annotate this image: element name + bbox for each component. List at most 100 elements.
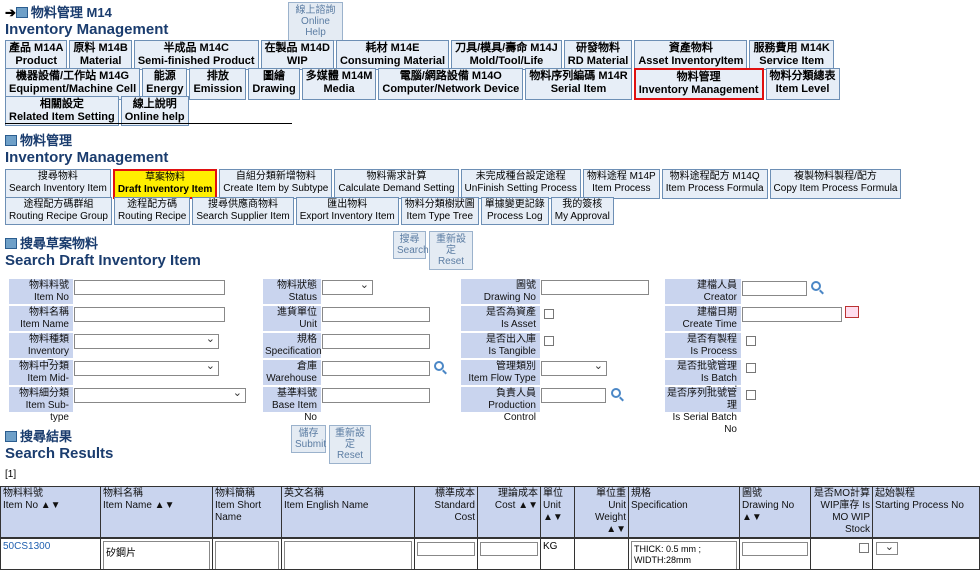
status-select[interactable] (322, 278, 373, 295)
tab-product[interactable]: 產品 M14A Product (5, 40, 68, 70)
tab-calculate-demand[interactable]: 物料需求計算 Calculate Demand Setting (334, 169, 459, 199)
tab-item-type-tree[interactable]: 物料分類樹狀圖 Item Type Tree (400, 197, 479, 225)
tab-item-process-formula[interactable]: 物料途程配方 M14Q Item Process Formula (661, 169, 768, 199)
tab-my-approval[interactable]: 我的簽核 My Approval (550, 197, 614, 225)
cell-short-name (212, 538, 282, 570)
specification-input[interactable] (322, 334, 430, 349)
tab-drawing[interactable]: 圖繪 Drawing (248, 68, 300, 100)
production-control-input[interactable] (541, 388, 606, 403)
warehouse-input[interactable] (322, 361, 430, 376)
tab-process-log[interactable]: 單據變更記錄 Process Log (480, 197, 549, 225)
book-icon (15, 7, 28, 18)
tab-online-help[interactable]: 線上說明 Online help (120, 96, 189, 126)
is-mo-wip-stock-checkbox[interactable] (859, 543, 869, 553)
col-specification: 規格 Specification (628, 486, 740, 538)
item-mid-type-select[interactable] (74, 359, 219, 376)
unit-input[interactable] (322, 307, 430, 322)
tab-item-process[interactable]: 物料途程 M14P Item Process (582, 169, 660, 199)
tab-service-item[interactable]: 服務費用 M14K Service Item (749, 40, 834, 70)
tab-consuming-material[interactable]: 耗材 M14E Consuming Material (335, 40, 450, 70)
item-no-input[interactable] (74, 280, 225, 295)
creator-input[interactable] (742, 281, 807, 296)
tab-semi-finished[interactable]: 半成品 M14C Semi-finished Product (133, 40, 259, 70)
tab-related-item-setting[interactable]: 相關設定 Related Item Setting (5, 96, 119, 126)
label-base-item-no: 基準料號 Base Item No (263, 387, 321, 423)
tab-search-inventory-item[interactable]: 搜尋物料 Search Inventory Item (5, 169, 111, 199)
app-title: ➔ 物料管理 M14 Inventory Management (5, 5, 169, 38)
submit-button[interactable]: 儲存 Submit (291, 425, 326, 453)
tab-material[interactable]: 原料 M14B Material (69, 40, 132, 70)
is-serial-batch-no-checkbox[interactable] (746, 390, 756, 400)
section-title: 物料管理 Inventory Management (5, 133, 169, 166)
tab-item-level[interactable]: 物料分類總表 Item Level (765, 68, 840, 100)
tab-copy-item-process-formula[interactable]: 複製物料製程/配方 Copy Item Process Formula (769, 169, 902, 199)
creator-search-icon[interactable] (811, 281, 821, 291)
inventory-type-select[interactable] (74, 332, 219, 349)
label-item-name: 物料名稱 Item Name (9, 306, 73, 331)
search-button[interactable]: 搜尋 Search (393, 231, 429, 259)
results-reset-button[interactable]: 重新設定 Reset (329, 425, 371, 464)
label-item-flow-type: 管理類別 Item Flow Type (461, 360, 540, 385)
cell-standard-cost (414, 538, 478, 570)
book-icon (5, 431, 17, 442)
production-control-search-icon[interactable] (611, 388, 621, 398)
tab-routing-recipe[interactable]: 途程配方碼 Routing Recipe (113, 197, 191, 225)
col-item-no[interactable]: 物料料號 Item No ▲▼ (0, 486, 101, 538)
tab-computer-device[interactable]: 電腦/網路設備 M14O Computer/Network Device (378, 68, 524, 100)
warehouse-search-icon[interactable] (434, 361, 444, 371)
tab-media[interactable]: 多媒體 M14M Media (301, 68, 377, 100)
online-help-button[interactable]: 線上諮詢 Online Help (288, 2, 343, 41)
tab-wip[interactable]: 在製品 M14D WIP (260, 40, 334, 70)
cell-item-name-wrap: 矽鋼片 (100, 538, 213, 570)
label-item-sub-type: 物料細分類 Item Sub-type (9, 387, 73, 423)
col-item-name[interactable]: 物料名稱 Item Name ▲▼ (100, 486, 213, 538)
item-name-input[interactable] (74, 307, 225, 322)
is-process-action-checkbox[interactable] (746, 336, 756, 346)
col-unit[interactable]: 單位 Unit ▲▼ (540, 486, 575, 538)
tab-rd-material[interactable]: 研發物料 RD Material (563, 40, 633, 70)
item-flow-type-select[interactable] (541, 359, 607, 376)
create-time-input[interactable] (742, 307, 842, 322)
function-tabs-row1: 搜尋物料 Search Inventory Item 草案物料 Draft Inve… (5, 169, 903, 199)
short-name-field[interactable] (215, 541, 279, 569)
label-creator: 建檔人員 Creator (665, 279, 741, 304)
function-tabs-row2: 途程配方碼群組 Routing Recipe Group 途程配方碼 Routing… (5, 197, 616, 225)
item-name-field[interactable]: 矽鋼片 (103, 541, 210, 569)
page-indicator[interactable]: [1] (5, 469, 16, 480)
col-unit-weight[interactable]: 單位重 Unit Weight ▲▼ (574, 486, 629, 538)
drawing-no-field[interactable] (742, 542, 808, 556)
is-batch-control-checkbox[interactable] (746, 363, 756, 373)
tab-mold-tool[interactable]: 刀具/模具/壽命 M14J Mold/Tool/Life (451, 40, 562, 70)
tab-export-inventory-item[interactable]: 匯出物料 Export Inventory Item (295, 197, 399, 225)
tab-unfinish-setting-process[interactable]: 未完成種台設定途程 UnFinish Setting Process (460, 169, 581, 199)
tab-emission[interactable]: 排放 Emission (189, 68, 247, 100)
tab-search-supplier-item[interactable]: 搜尋供應商物料 Search Supplier Item (192, 197, 294, 225)
cell-starting-process (872, 538, 980, 570)
cost-field[interactable] (480, 542, 538, 556)
starting-process-select[interactable] (876, 540, 898, 555)
tab-create-item-by-subtype[interactable]: 自組分類新增物料 Create Item by Subtype (219, 169, 333, 199)
tab-serial-item[interactable]: 物料序列編碼 M14R Serial Item (525, 68, 632, 100)
label-is-tangible: 是否出入庫 Is Tangible (461, 333, 540, 358)
reset-button[interactable]: 重新設定 Reset (429, 231, 473, 270)
drawing-no-input[interactable] (541, 280, 649, 295)
col-drawing-no[interactable]: 圖號 Drawing No ▲▼ (739, 486, 811, 538)
results-title: 搜尋結果 Search Results (5, 429, 114, 462)
base-item-no-input[interactable] (322, 388, 430, 403)
item-sub-type-select[interactable] (74, 386, 246, 403)
is-tangible-checkbox[interactable] (544, 336, 554, 346)
col-item-english-name: 英文名稱 Item English Name (281, 486, 415, 538)
english-name-field[interactable] (284, 541, 412, 569)
is-asset-checkbox[interactable] (544, 309, 554, 319)
specification-field[interactable]: THICK: 0.5 mm ; WIDTH:28mm (631, 541, 737, 569)
tab-draft-inventory-item[interactable]: 草案物料 Draft Inventory Item (112, 169, 218, 199)
tab-asset-item[interactable]: 資產物料 Asset InventoryItem (634, 40, 748, 70)
standard-cost-field[interactable] (417, 542, 475, 556)
cell-specification: THICK: 0.5 mm ; WIDTH:28mm (628, 538, 740, 570)
col-cost[interactable]: 理論成本 Cost ▲▼ (477, 486, 541, 538)
calendar-icon[interactable] (845, 306, 859, 318)
tab-routing-recipe-group[interactable]: 途程配方碼群組 Routing Recipe Group (5, 197, 112, 225)
cell-unit-weight (574, 538, 629, 570)
tab-inventory-management[interactable]: 物料管理 Inventory Management (633, 68, 764, 100)
cell-item-no[interactable]: 50CS1300 (0, 538, 101, 570)
